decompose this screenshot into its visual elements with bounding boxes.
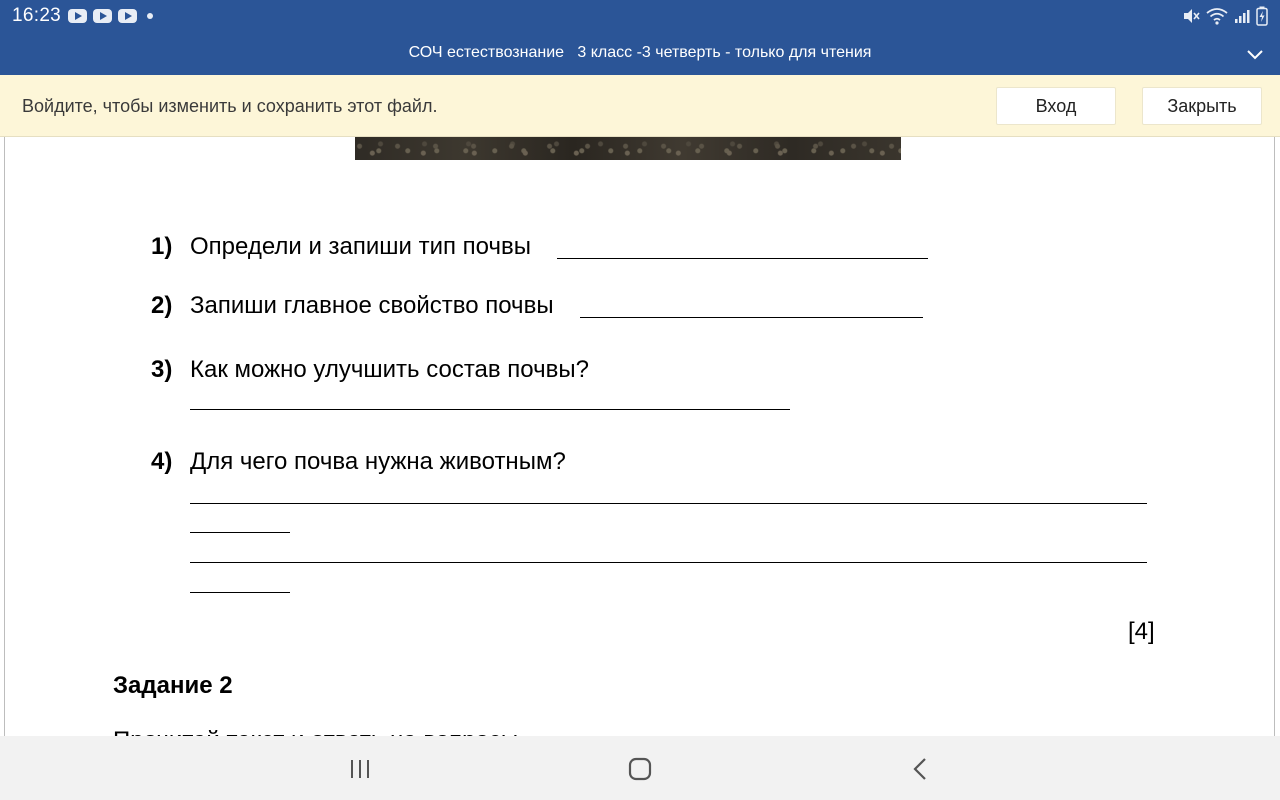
close-button[interactable]: Закрыть [1142,87,1262,125]
home-button[interactable] [620,756,660,782]
status-time: 16:23 [12,5,62,26]
document-title: СОЧ естествознание 3 класс -3 четверть -… [408,44,872,61]
answer-line [190,562,1147,563]
wifi-icon [1206,8,1228,25]
recents-icon [351,760,369,778]
mute-icon [1184,9,1200,23]
dot-icon [147,13,153,19]
question-text: Запиши главное свойство почвы [190,292,554,319]
chevron-down-icon[interactable] [1246,46,1264,62]
youtube-icon [68,9,87,23]
question-text: Определи и запиши тип почвы [190,233,532,260]
status-bar: 16:23 [0,0,1280,34]
answer-line [557,258,928,259]
question-number: 3) [151,356,173,383]
answer-line [190,532,290,533]
score-label: [4] [1128,618,1155,645]
page-edge [1274,137,1275,736]
signal-icon [1235,10,1250,23]
question-number: 2) [151,292,173,319]
task-title: Задание 2 [113,672,233,699]
youtube-icon [93,9,112,23]
battery-charging-icon [1256,6,1268,26]
document-viewport[interactable]: 1) Определи и запиши тип почвы 2) Запиши… [0,137,1280,736]
task-text-partial: Прочитай текст и ответь на вопросы [113,727,518,736]
notice-text: Войдите, чтобы изменить и сохранить этот… [22,96,438,116]
answer-line [190,592,290,593]
soil-photo [355,137,901,160]
question-text: Для чего почва нужна животным? [190,448,566,475]
answer-line [190,503,1147,504]
app-title-bar: СОЧ естествознание 3 класс -3 четверть -… [0,34,1280,75]
question-number: 4) [151,448,173,475]
page-edge [4,137,5,736]
home-icon [628,757,652,781]
answer-line [190,409,790,410]
recents-button[interactable] [340,756,380,782]
login-button[interactable]: Вход [996,87,1116,125]
youtube-icon [118,9,137,23]
back-icon [913,758,926,780]
answer-line [580,317,923,318]
question-number: 1) [151,233,173,260]
question-text: Как можно улучшить состав почвы? [190,356,589,383]
notification-icons [68,9,153,23]
navigation-bar [0,736,1280,800]
system-icons [1182,6,1268,26]
read-only-notice: Войдите, чтобы изменить и сохранить этот… [0,75,1280,137]
back-button[interactable] [900,756,940,782]
